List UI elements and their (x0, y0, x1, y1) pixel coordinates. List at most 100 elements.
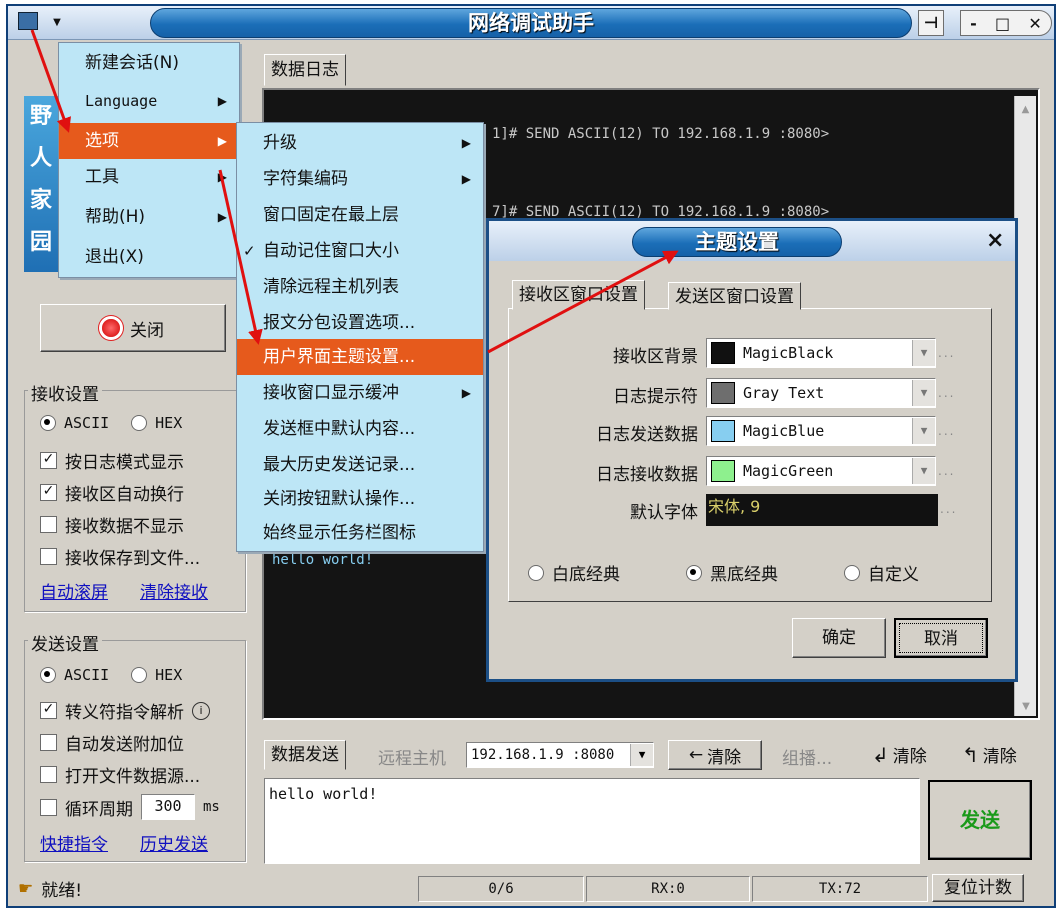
tab-data-log[interactable]: 数据日志 (264, 54, 346, 86)
menu-item-clear-hosts[interactable]: 清除远程主机列表 (237, 269, 483, 305)
chevron-down-icon[interactable]: ▼ (912, 380, 935, 406)
checkbox-file-source[interactable]: 打开文件数据源... (40, 762, 200, 787)
checkbox-label: 接收保存到文件... (65, 549, 201, 569)
menu-item-ui-theme[interactable]: 用户界面主题设置... (237, 339, 483, 375)
menu-item-always-on-top[interactable]: 窗口固定在最上层 (237, 197, 483, 233)
hand-icon: ☛ (18, 878, 34, 899)
theme-row-font: 默认字体 宋体, 9 ... (520, 494, 970, 526)
menu-item-remember-size[interactable]: ✓ 自动记住窗口大小 (237, 233, 483, 269)
menu-item-label: 退出(X) (85, 247, 144, 267)
checkbox-save-file[interactable]: 接收保存到文件... (40, 544, 200, 569)
radio-preset-white[interactable] (528, 564, 544, 581)
remote-host-select[interactable]: 192.168.1.9 :8080 ▼ (466, 742, 654, 768)
menu-item-label: 选项 (85, 131, 119, 151)
menu-item-close-action[interactable]: 关闭按钮默认操作... (237, 481, 483, 517)
menu-item-packet-split[interactable]: 报文分包设置选项... (237, 305, 483, 341)
menu-item-max-history[interactable]: 最大历史发送记录... (237, 447, 483, 483)
chevron-down-icon[interactable]: ▼ (912, 340, 935, 366)
radio-preset-black[interactable] (686, 564, 702, 581)
chevron-down-icon[interactable]: ▼ (912, 458, 935, 484)
font-value: 宋体, 9 (708, 497, 761, 516)
link-shortcut[interactable]: 快捷指令 (40, 830, 108, 855)
theme-select-receive-data[interactable]: MagicGreen ▼ (706, 456, 936, 486)
chevron-right-icon: ▶ (461, 172, 471, 186)
checkbox-auto-wrap[interactable]: ✓ 接收区自动换行 (40, 480, 184, 505)
preset-black[interactable]: 黑底经典 (686, 560, 778, 585)
checkbox[interactable] (40, 516, 57, 533)
theme-select-receive-bg[interactable]: MagicBlack ▼ (706, 338, 936, 368)
radio-ascii-send[interactable] (40, 667, 56, 683)
loop-unit: ms (203, 799, 220, 815)
remote-host-label: 远程主机 (378, 749, 446, 769)
checkbox[interactable] (40, 734, 57, 751)
pin-icon[interactable]: ⊣ (918, 10, 944, 36)
close-connection-button[interactable]: 关闭 (40, 304, 226, 352)
clear-log-button[interactable]: ↲ 清除 (872, 742, 927, 768)
dialog-ok-button[interactable]: 确定 (792, 618, 886, 658)
send-input[interactable]: hello world! (264, 778, 920, 864)
clear-send-button[interactable]: ← 清除 (668, 740, 762, 770)
menu-item-exit[interactable]: 退出(X) (59, 239, 239, 275)
tab-data-send[interactable]: 数据发送 (264, 740, 346, 770)
theme-row-prompt: 日志提示符 Gray Text ▼ ... (520, 378, 970, 410)
loop-period-input[interactable]: 300 (141, 794, 195, 820)
multicast-button[interactable]: 组播... (782, 744, 832, 769)
preset-custom[interactable]: 自定义 (844, 560, 919, 585)
radio-hex-send[interactable] (131, 667, 148, 683)
dialog-cancel-button[interactable]: 取消 (894, 618, 988, 658)
link-history[interactable]: 历史发送 (140, 830, 208, 855)
scroll-up-icon[interactable]: ▲ (1015, 104, 1036, 115)
theme-select-send-data[interactable]: MagicBlue ▼ (706, 416, 936, 446)
chevron-down-icon[interactable]: ▼ (630, 744, 653, 766)
menu-item-options[interactable]: 选项 ▶ (59, 123, 239, 159)
menu-item-taskbar-icon[interactable]: 始终显示任务栏图标 (237, 515, 483, 551)
tab-receive-window[interactable]: 接收区窗口设置 (512, 280, 645, 310)
checkbox-escape-parse[interactable]: ✓ 转义符指令解析 i (40, 698, 210, 723)
scroll-down-icon[interactable]: ▼ (1015, 701, 1037, 712)
checkbox[interactable]: ✓ (40, 702, 57, 719)
font-label: 默认字体 (630, 503, 698, 523)
menu-item-language[interactable]: Language ▶ (59, 83, 239, 119)
send-button[interactable]: 发送 (928, 780, 1032, 860)
checkbox-loop[interactable] (40, 798, 57, 816)
app-menu-icon[interactable]: ▼ (18, 10, 70, 36)
options-submenu: 升级 ▶ 字符集编码 ▶ 窗口固定在最上层 ✓ 自动记住窗口大小 清除远程主机列表 报… (236, 122, 484, 552)
radio-ascii-receive[interactable] (40, 415, 56, 431)
radio-hex-label: HEX (155, 666, 183, 684)
checkbox-auto-append[interactable]: 自动发送附加位 (40, 730, 184, 755)
minimize-button[interactable]: - (970, 14, 977, 33)
tab-send-window[interactable]: 发送区窗口设置 (668, 282, 801, 310)
preset-black-label: 黑底经典 (710, 565, 778, 585)
close-button[interactable]: ✕ (1028, 14, 1041, 33)
loop-label: 循环周期 (65, 799, 133, 820)
checkbox[interactable]: ✓ (40, 484, 57, 501)
font-preview[interactable]: 宋体, 9 (706, 494, 938, 526)
color-swatch (711, 460, 735, 482)
chevron-down-icon[interactable]: ▼ (912, 418, 935, 444)
checkbox[interactable]: ✓ (40, 452, 57, 469)
checkbox[interactable] (40, 548, 57, 565)
menu-item-upgrade[interactable]: 升级 ▶ (237, 125, 483, 161)
info-icon[interactable]: i (192, 701, 210, 720)
maximize-button[interactable]: □ (995, 14, 1010, 33)
link-clear-receive[interactable]: 清除接收 (140, 578, 208, 603)
menu-item-help[interactable]: 帮助(H) ▶ (59, 199, 239, 235)
radio-preset-custom[interactable] (844, 564, 860, 581)
reset-count-button[interactable]: 复位计数 (932, 874, 1024, 902)
link-auto-scroll[interactable]: 自动滚屏 (40, 578, 108, 603)
dialog-close-button[interactable]: × (986, 228, 1004, 253)
radio-hex-receive[interactable] (131, 415, 148, 431)
checkbox-log-mode[interactable]: ✓ 按日志模式显示 (40, 448, 184, 473)
checkbox[interactable] (40, 766, 57, 783)
preset-white[interactable]: 白底经典 (528, 560, 620, 585)
logo-char: 人 (29, 146, 52, 171)
menu-item-new-session[interactable]: 新建会话(N) (59, 45, 239, 81)
menu-item-receive-buffer[interactable]: 接收窗口显示缓冲 ▶ (237, 375, 483, 411)
theme-select-prompt[interactable]: Gray Text ▼ (706, 378, 936, 408)
menu-item-charset[interactable]: 字符集编码 ▶ (237, 161, 483, 197)
menu-item-tools[interactable]: 工具 ▶ (59, 159, 239, 195)
checkbox-hide-data[interactable]: 接收数据不显示 (40, 512, 184, 537)
menu-item-default-content[interactable]: 发送框中默认内容... (237, 411, 483, 447)
theme-row-receive-data: 日志接收数据 MagicGreen ▼ ... (520, 456, 970, 488)
clear-input-button[interactable]: ↰ 清除 (962, 742, 1017, 768)
